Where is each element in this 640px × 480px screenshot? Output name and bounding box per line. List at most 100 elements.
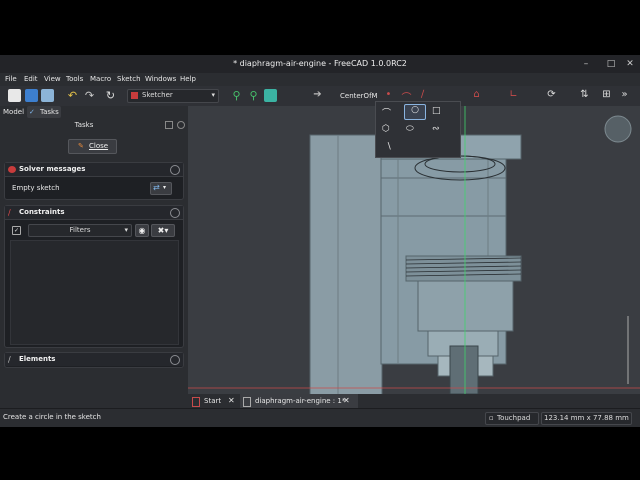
close-button[interactable]: ✎ Close xyxy=(68,139,117,154)
float-icon[interactable] xyxy=(165,121,173,129)
navigation-style-selector[interactable]: ▫ Touchpad xyxy=(485,412,539,425)
menu-edit[interactable]: Edit xyxy=(24,75,38,83)
navigation-label: Touchpad xyxy=(497,414,531,422)
menu-windows[interactable]: Windows xyxy=(145,75,176,83)
pencil-icon: ✎ xyxy=(78,142,84,150)
arc-icon[interactable]: ⌒ xyxy=(382,106,391,119)
doc-tab-diaphragm[interactable]: diaphragm-air-engine : 1* xyxy=(255,397,345,405)
constraint-icon[interactable]: ∟ xyxy=(507,89,520,102)
close-window-icon[interactable]: ✕ xyxy=(624,58,636,70)
chevron-down-icon: ▾ xyxy=(211,91,215,99)
tools-icon[interactable]: ✖▾ xyxy=(151,224,175,237)
rotate-icon[interactable]: ⟳ xyxy=(545,89,558,102)
polygon-icon[interactable]: ⬡ xyxy=(382,124,390,134)
menu-sketch[interactable]: Sketch xyxy=(117,75,141,83)
solver-title: Solver messages xyxy=(19,165,86,173)
sync-icon: ⇄ xyxy=(153,183,160,192)
dimensions-readout[interactable]: 123.14 mm x 77.88 mm xyxy=(541,412,632,425)
fit-all-icon[interactable]: ⚲ xyxy=(230,89,243,102)
rectangle-icon[interactable]: □ xyxy=(432,106,441,116)
window-title: * diaphragm-air-engine - FreeCAD 1.0.0RC… xyxy=(233,59,407,68)
refresh-icon[interactable]: ↻ xyxy=(104,89,117,102)
pointer-icon[interactable]: ➔ xyxy=(311,89,324,102)
start-icon xyxy=(192,397,200,407)
collapse-icon[interactable] xyxy=(170,355,180,365)
open-file-icon[interactable] xyxy=(25,89,38,102)
circle-tool-popup: ⌒ ○ □ ⬡ ⬭ ∾ ∖ xyxy=(375,101,461,158)
sketcher-icon xyxy=(131,92,138,99)
house-icon[interactable]: ⌂ xyxy=(470,89,483,102)
lower-body xyxy=(417,280,514,332)
symmetry-icon[interactable]: ⇅ xyxy=(578,89,591,102)
workbench-selector[interactable]: Sketcher ▾ xyxy=(127,89,219,103)
collapse-icon[interactable] xyxy=(170,208,180,218)
workbench-label: Sketcher xyxy=(142,91,173,99)
constraints-section: ∕ Constraints ✓ Filters ▾ ◉ ✖▾ xyxy=(4,205,184,348)
status-bar: Create a circle in the sketch ▫ Touchpad… xyxy=(0,408,640,427)
panel-tabs: Model ✓ Tasks xyxy=(0,106,188,118)
menu-macro[interactable]: Macro xyxy=(90,75,111,83)
chevron-down-icon: ▾ xyxy=(163,184,167,191)
panel-close-icon[interactable] xyxy=(177,121,185,129)
minimize-icon[interactable]: – xyxy=(580,58,592,70)
solver-settings-button[interactable]: ⇄ ▾ xyxy=(150,182,172,195)
combo-view-panel: Model ✓ Tasks Tasks ✎ Close Solver messa… xyxy=(0,106,188,426)
save-icon[interactable] xyxy=(41,89,54,102)
close-button-label: Close xyxy=(89,142,109,150)
touchpad-icon: ▫ xyxy=(489,414,494,422)
panel-header: Tasks xyxy=(74,121,94,129)
tab-close-icon[interactable]: ✕ xyxy=(228,396,235,405)
elements-header[interactable]: ∕ Elements xyxy=(5,353,183,366)
left-block xyxy=(309,134,383,394)
redo-icon[interactable]: ↷ xyxy=(83,89,96,102)
doc-tab-start[interactable]: Start xyxy=(204,397,221,405)
circle-icon[interactable]: ○ xyxy=(404,104,426,120)
menu-file[interactable]: File xyxy=(5,75,17,83)
bspline-icon[interactable]: ∾ xyxy=(432,124,440,134)
tab-model[interactable]: Model xyxy=(3,108,24,116)
bore xyxy=(449,345,479,394)
tab-close-icon[interactable]: ✕ xyxy=(343,396,350,405)
status-hint: Create a circle in the sketch xyxy=(3,413,101,421)
eye-icon[interactable]: ◉ xyxy=(135,224,149,237)
constraint-icon: ∕ xyxy=(8,208,11,217)
undo-icon[interactable]: ↶ xyxy=(66,89,79,102)
menu-view[interactable]: View xyxy=(44,75,61,83)
filters-label: Filters xyxy=(69,226,91,234)
filter-checkbox[interactable]: ✓ xyxy=(12,226,21,235)
constraints-header[interactable]: ∕ Constraints xyxy=(5,206,183,220)
more-icon[interactable]: » xyxy=(618,89,631,102)
dimensions-label: 123.14 mm x 77.88 mm xyxy=(544,414,629,422)
fit-selection-icon[interactable]: ⚲ xyxy=(247,89,260,102)
solver-header[interactable]: Solver messages xyxy=(5,163,183,177)
slot-icon[interactable]: ⬭ xyxy=(406,124,414,134)
menu-tools[interactable]: Tools xyxy=(66,75,83,83)
chevron-down-icon: ▾ xyxy=(124,226,128,234)
new-file-icon[interactable] xyxy=(8,89,21,102)
elements-title: Elements xyxy=(19,355,56,363)
solver-icon xyxy=(8,166,16,173)
maximize-icon[interactable]: □ xyxy=(605,58,617,70)
constraints-title: Constraints xyxy=(19,208,65,216)
snap-label[interactable]: CenterOfM xyxy=(340,92,378,100)
tab-tasks[interactable]: Tasks xyxy=(40,108,59,116)
view-cube-icon[interactable] xyxy=(264,89,277,102)
elements-icon: ∕ xyxy=(8,355,11,364)
main-toolbar: ↶ ↷ ↻ Sketcher ▾ ⚲ ⚲ ➔ CenterOfM • ⌒ ∕ ⌂… xyxy=(0,86,640,107)
elements-section: ∕ Elements xyxy=(4,352,184,368)
menu-bar: File Edit View Tools Macro Sketch Window… xyxy=(0,73,640,86)
freecad-window: * diaphragm-air-engine - FreeCAD 1.0.0RC… xyxy=(0,55,640,427)
document-icon xyxy=(243,397,251,407)
menu-help[interactable]: Help xyxy=(180,75,196,83)
solver-messages-section: Solver messages Empty sketch ⇄ ▾ xyxy=(4,162,184,200)
tasks-icon: ✓ xyxy=(29,108,35,116)
snap-grid-icon[interactable]: ⊞ xyxy=(600,89,613,102)
title-bar: * diaphragm-air-engine - FreeCAD 1.0.0RC… xyxy=(0,55,640,73)
constraints-list[interactable] xyxy=(10,240,179,345)
collapse-icon[interactable] xyxy=(170,165,180,175)
solver-message: Empty sketch xyxy=(12,184,60,192)
document-tabs: Start ✕ diaphragm-air-engine : 1* ✕ xyxy=(188,394,640,408)
filters-dropdown[interactable]: Filters ▾ xyxy=(28,224,132,237)
external-geometry-icon[interactable]: ∖ xyxy=(386,142,392,152)
navigation-cube xyxy=(604,115,632,143)
